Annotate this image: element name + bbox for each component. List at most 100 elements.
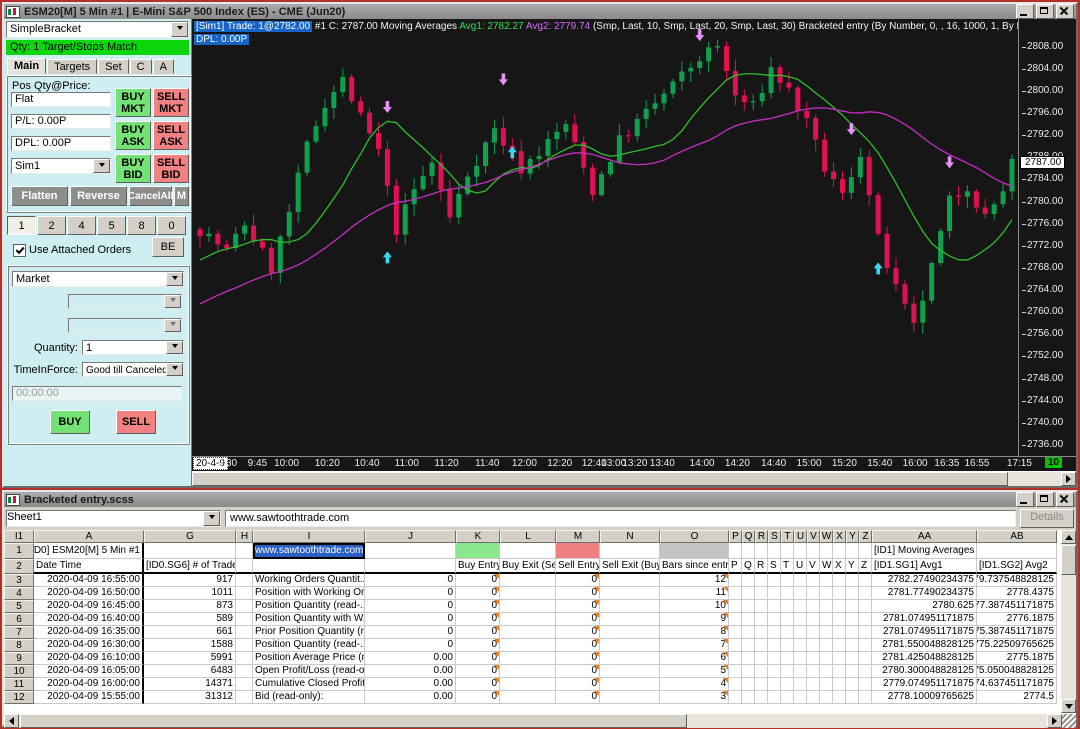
buy-ask-button[interactable]: BUY ASK [115,121,151,150]
sheet-cell[interactable] [820,639,833,652]
sheet-cell[interactable]: 661 [144,626,236,639]
minimize-icon[interactable] [1016,4,1034,19]
sheet-cell[interactable]: 12 [660,574,729,587]
qty-button-8[interactable]: 8 [127,216,156,235]
scrollbar-thumb[interactable] [20,714,687,728]
sheet-cell[interactable] [236,691,253,704]
buy-bid-button[interactable]: BUY BID [115,154,151,183]
scroll-down-icon[interactable] [1061,699,1076,713]
chevron-down-icon[interactable] [166,272,183,286]
sheet-cell[interactable] [755,587,768,600]
sheet-cell[interactable]: P [729,559,742,574]
row-header[interactable]: 4 [4,587,34,600]
sheet-cell[interactable] [742,587,755,600]
sheet-cell[interactable]: 14371 [144,678,236,691]
chevron-down-icon[interactable] [164,295,181,308]
sheet-cell[interactable] [729,678,742,691]
sheet-cell[interactable] [729,600,742,613]
sheet-cell[interactable] [833,587,846,600]
sheet-cell[interactable] [729,587,742,600]
sheet-cell[interactable] [500,652,556,665]
sheet-cell[interactable] [755,600,768,613]
sheet-cell[interactable]: 0 [556,639,600,652]
sheet-cell[interactable] [820,574,833,587]
sheet-cell[interactable]: 0 [456,600,500,613]
sheet-cell[interactable]: L [500,530,556,543]
sheet-cell[interactable]: 11 [660,587,729,600]
sheet-cell[interactable]: U [794,530,807,543]
scroll-right-icon[interactable] [1047,714,1062,728]
sheet-cell[interactable] [768,678,781,691]
formula-bar[interactable]: www.sawtoothtrade.com [225,510,1016,527]
sheet-cell[interactable]: Sell Entry [556,559,600,574]
qty-button-4[interactable]: 4 [67,216,96,235]
sheet-cell[interactable]: 2020-04-09 16:30:00 [34,639,144,652]
sheet-cell[interactable]: 0 [365,587,456,600]
row-header[interactable]: 5 [4,600,34,613]
row-header[interactable]: I1 [4,530,34,543]
sheet-cell[interactable] [794,626,807,639]
sheet-cell[interactable]: M [556,530,600,543]
sheet-cell[interactable] [236,587,253,600]
sell-button[interactable]: SELL [116,410,156,434]
time-axis[interactable]: 20-4-9 10 9:30 9:45 10:00 10:20 10:40 11:00 11… [192,456,1076,472]
tab-targets[interactable]: Targets [47,59,98,74]
sheet-cell[interactable] [500,613,556,626]
sheet-cell[interactable]: 5991 [144,652,236,665]
sheet-cell[interactable]: AB [977,530,1057,543]
row-header[interactable]: 1 [4,543,34,559]
sheet-cell[interactable] [500,587,556,600]
sheet-cell[interactable]: 3 [660,691,729,704]
sheet-cell[interactable]: 10 [660,600,729,613]
sheet-cell[interactable] [859,652,872,665]
preset-select[interactable]: SimpleBracket [6,21,189,38]
sheet-cell[interactable]: 31312 [144,691,236,704]
sheet-cell[interactable] [755,652,768,665]
sheet-cell[interactable] [500,678,556,691]
row-header[interactable]: 12 [4,691,34,704]
sheet-cell[interactable] [600,665,660,678]
sheet-cell[interactable]: [ID1.SG2] Avg2 [977,559,1057,574]
sheet-cell[interactable] [729,626,742,639]
sheet-cell[interactable]: Position Quantity (read-... [253,639,365,652]
sheet-cell[interactable]: 2780.300048828125 [872,665,977,678]
sheet-cell[interactable] [236,639,253,652]
sheet-cell[interactable]: 2777.387451171875 [977,600,1057,613]
sheet-cell[interactable]: 2775.22509765625 [977,639,1057,652]
sheet-cell[interactable]: 2775.387451171875 [977,626,1057,639]
sheet-cell[interactable] [600,543,660,559]
sheet-cell[interactable] [781,574,794,587]
sheet-cell[interactable]: 0.00 [365,665,456,678]
sheet-cell[interactable] [768,574,781,587]
sheet-cell[interactable] [820,678,833,691]
sheet-cell[interactable] [236,600,253,613]
sheet-cell[interactable]: 2020-04-09 16:40:00 [34,613,144,626]
sheet-cell[interactable] [742,691,755,704]
sheet-cell[interactable] [768,639,781,652]
sheet-cell[interactable] [500,543,556,559]
sheet-cell[interactable] [794,600,807,613]
sell-bid-button[interactable]: SELL BID [153,154,189,183]
sheet-cell[interactable] [755,613,768,626]
sheet-cell[interactable] [846,587,859,600]
sheet-cell[interactable]: 6483 [144,665,236,678]
sheet-cell[interactable]: W [820,530,833,543]
sheet-cell[interactable]: www.sawtoothtrade.com [253,543,365,559]
sheet-cell[interactable] [755,574,768,587]
cancelall-button[interactable]: CancelAll [128,186,173,206]
sheet-cell[interactable] [859,626,872,639]
sheet-cell[interactable] [859,613,872,626]
chevron-down-icon[interactable] [203,511,220,526]
buy-mkt-button[interactable]: BUY MKT [115,88,151,117]
sheet-cell[interactable] [500,691,556,704]
sheet-cell[interactable] [500,626,556,639]
sheet-cell[interactable]: 917 [144,574,236,587]
sheet-cell[interactable]: W [820,559,833,574]
sheet-cell[interactable] [846,600,859,613]
sheet-cell[interactable] [755,626,768,639]
chevron-down-icon[interactable] [164,319,181,332]
sheet-cell[interactable] [600,587,660,600]
chart-canvas[interactable] [192,19,1018,456]
qty-button-1[interactable]: 1 [7,216,36,235]
sheet-cell[interactable] [859,600,872,613]
